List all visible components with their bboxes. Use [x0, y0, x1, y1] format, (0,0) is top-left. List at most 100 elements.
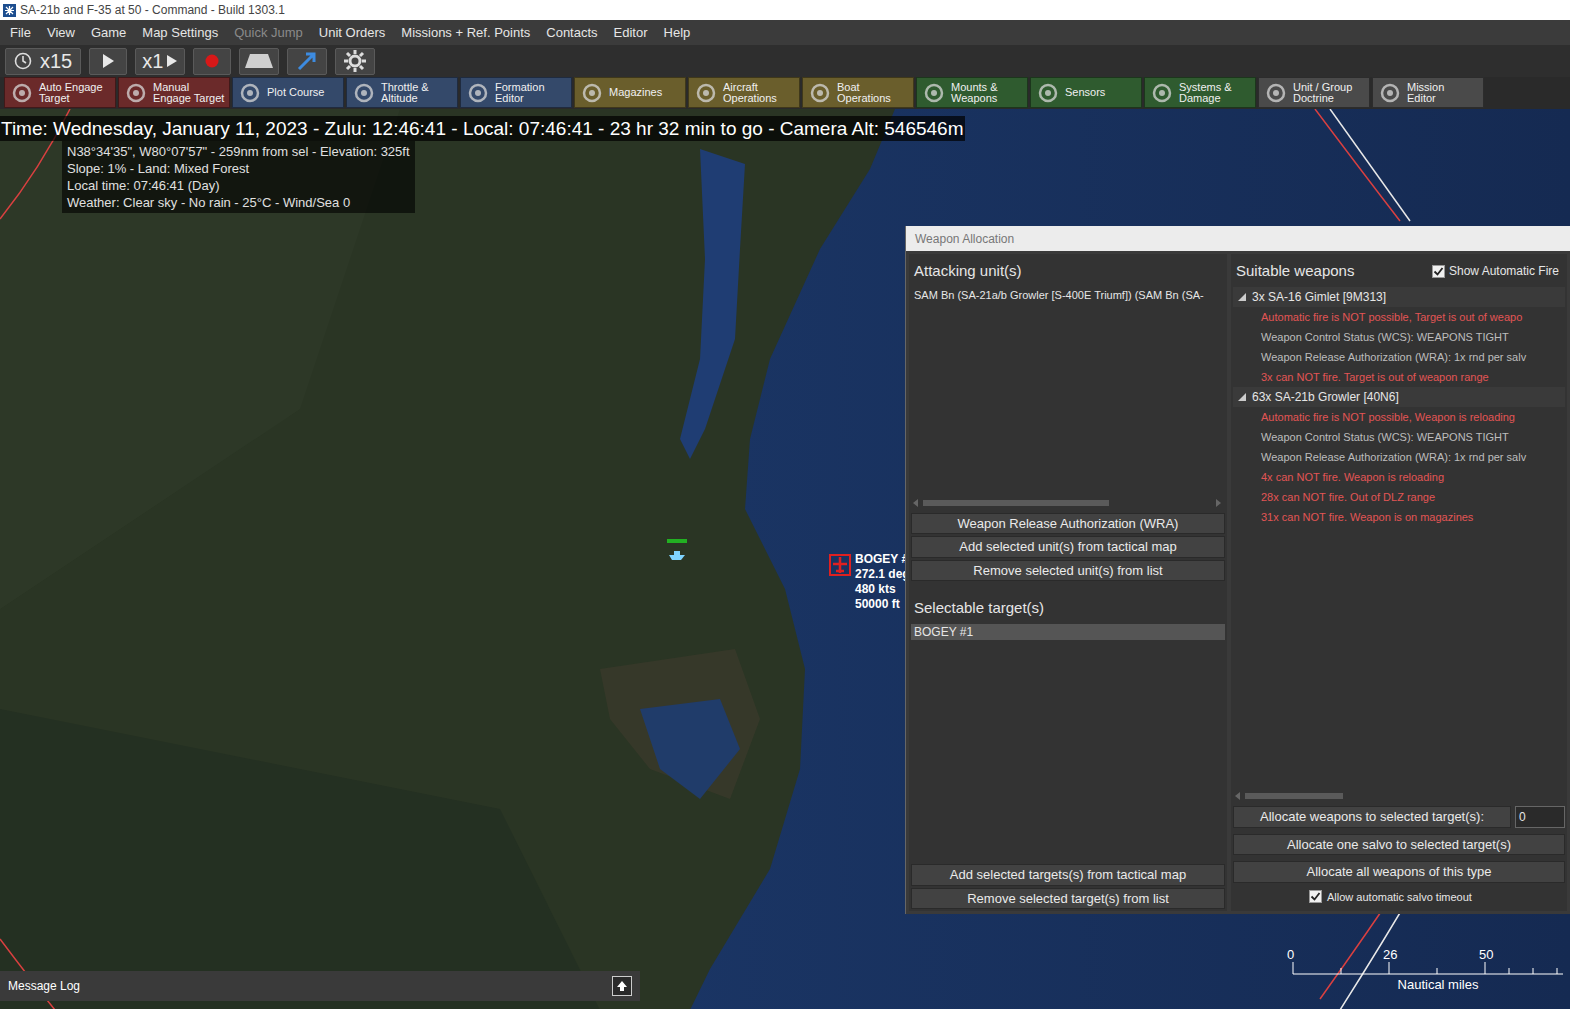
clock-icon [14, 52, 32, 70]
window-titlebar[interactable]: Weapon Allocation [906, 226, 1570, 251]
show-auto-fire-checkbox[interactable]: Show Automatic Fire [1432, 262, 1559, 280]
weapon-row[interactable]: 63x SA-21b Growler [40N6] [1233, 387, 1565, 407]
weapon-name: 3x SA-16 Gimlet [9M313] [1252, 288, 1386, 306]
jump-button[interactable] [287, 48, 327, 75]
cursor-info-line: N38°34'35", W80°07'57" - 259nm from sel … [67, 143, 410, 160]
checkbox[interactable] [1432, 265, 1445, 278]
toolbar-label: Mounts &Weapons [951, 82, 997, 104]
menu-item[interactable]: Unit Orders [311, 23, 393, 43]
expand-icon [1238, 293, 1246, 301]
friendly-unit[interactable] [667, 539, 687, 561]
toolbar-button[interactable]: ManualEngage Target [118, 77, 230, 108]
toolbar-label: Auto EngageTarget [39, 82, 103, 104]
toolbar-button[interactable]: Throttle &Altitude [346, 77, 458, 108]
settings-button[interactable] [335, 48, 375, 75]
scale-line-icon [1283, 961, 1563, 975]
menu-item[interactable]: View [39, 23, 83, 43]
targets-header: Selectable target(s) [911, 583, 1225, 622]
checkbox-label: Show Automatic Fire [1449, 262, 1559, 280]
target-row[interactable]: BOGEY #1 [911, 624, 1225, 640]
attacking-unit-row[interactable]: SAM Bn (SA-21a/b Growler [S-400E Triumf]… [911, 287, 1225, 304]
toolbar-label-line: Editor [1407, 93, 1444, 104]
toolbar-label: AircraftOperations [723, 82, 777, 104]
message-log-bar[interactable]: Message Log [0, 971, 640, 1001]
target-action-button[interactable]: Remove selected target(s) from list [911, 888, 1225, 910]
weapon-status-line: Weapon Release Authorization (WRA): 1x r… [1233, 347, 1565, 367]
attacking-header: Attacking unit(s) [911, 256, 1225, 285]
toolbar-button[interactable]: Unit / GroupDoctrine [1258, 77, 1370, 108]
toolbar-button[interactable]: Magazines [574, 77, 686, 108]
toolbar-button[interactable]: Mounts &Weapons [916, 77, 1028, 108]
toolbar-icon [238, 81, 262, 105]
contact-marker[interactable]: BOGEY #1272.1 deg480 kts50000 ft [829, 552, 915, 612]
toolbar-button[interactable]: Sensors [1030, 77, 1142, 108]
toolbar-icon [1150, 81, 1174, 105]
weapon-row[interactable]: 3x SA-16 Gimlet [9M313] [1233, 287, 1565, 307]
toolbar-button[interactable]: MissionEditor [1372, 77, 1484, 108]
health-bar-icon [667, 539, 687, 543]
toolbar-label-line: Plot Course [267, 87, 324, 98]
toolbar-label: Throttle &Altitude [381, 82, 429, 104]
weapon-status-line: Automatic fire is NOT possible, Weapon i… [1233, 407, 1565, 427]
menu-item[interactable]: File [2, 23, 39, 43]
toolbar-label-line: Magazines [609, 87, 662, 98]
terrain-button[interactable] [239, 48, 279, 75]
menu-bar: FileViewGameMap SettingsQuick JumpUnit O… [0, 20, 1570, 45]
toolbar-label-line: Auto Engage [39, 82, 103, 93]
unit-action-button[interactable]: Add selected unit(s) from tactical map [911, 536, 1225, 558]
allocate-count-input[interactable]: 0 [1515, 806, 1565, 828]
window-title: SA-21b and F-35 at 50 - Command - Build … [20, 1, 285, 19]
menu-item[interactable]: Contacts [538, 23, 605, 43]
target-action-button[interactable]: Add selected targets(s) from tactical ma… [911, 864, 1225, 886]
toolbar-label-line: Operations [837, 93, 891, 104]
allocate-count-button[interactable]: Allocate weapons to selected target(s): [1233, 806, 1511, 828]
menu-item[interactable]: Map Settings [134, 23, 226, 43]
toolbar-button[interactable]: Plot Course [232, 77, 344, 108]
allocate-button[interactable]: Allocate all weapons of this type [1233, 861, 1565, 883]
step-button[interactable]: x1 [135, 48, 185, 75]
toolbar-label-line: Mission [1407, 82, 1444, 93]
target-list: BOGEY #1 [911, 624, 1225, 863]
scale-bar: 02650Nautical miles [1283, 945, 1563, 995]
toolbar-button[interactable]: Systems &Damage [1144, 77, 1256, 108]
toolbar-icon [1264, 81, 1288, 105]
toolbar-label-line: Weapons [951, 93, 997, 104]
toolbar-icon [124, 81, 148, 105]
toolbar-label-line: Mounts & [951, 82, 997, 93]
unit-action-button[interactable]: Weapon Release Authorization (WRA) [911, 513, 1225, 535]
salvo-timeout-checkbox[interactable]: Allow automatic salvo timeout [1233, 885, 1565, 910]
toolbar-button[interactable]: AircraftOperations [688, 77, 800, 108]
time-compression-button[interactable]: x15 [5, 48, 81, 75]
tactical-map[interactable]: Time: Wednesday, January 11, 2023 - Zulu… [0, 109, 1570, 1009]
units-pane: Attacking unit(s) SAM Bn (SA-21a/b Growle… [909, 254, 1227, 911]
weapon-allocation-window: Weapon Allocation Attacking unit(s) SAM Bn… [905, 226, 1570, 914]
toolbar-label-line: Formation [495, 82, 545, 93]
play-button[interactable] [89, 48, 127, 75]
title-bar: SA-21b and F-35 at 50 - Command - Build … [0, 0, 1570, 20]
hostile-aircraft-icon [829, 554, 851, 576]
toolbar-icon [922, 81, 946, 105]
toolbar-button[interactable]: Auto EngageTarget [4, 77, 116, 108]
menu-item[interactable]: Editor [606, 23, 656, 43]
horizontal-scrollbar [911, 498, 1225, 508]
scale-ticks: 02650 [1283, 945, 1563, 961]
unit-action-button[interactable]: Remove selected unit(s) from list [911, 560, 1225, 582]
scale-tick: 0 [1287, 945, 1294, 965]
checkbox[interactable] [1309, 890, 1322, 903]
allocate-button[interactable]: Allocate one salvo to selected target(s) [1233, 834, 1565, 856]
toolbar-button[interactable]: FormationEditor [460, 77, 572, 108]
expand-log-button[interactable] [612, 976, 632, 996]
weapon-status-line: Automatic fire is NOT possible, Target i… [1233, 307, 1565, 327]
step-label: x1 [142, 51, 163, 71]
toolbar-label-line: Engage Target [153, 93, 224, 104]
attacking-unit-list: SAM Bn (SA-21a/b Growler [S-400E Triumf]… [911, 287, 1225, 493]
toolbar-label: Sensors [1065, 87, 1105, 98]
menu-item[interactable]: Missions + Ref. Points [393, 23, 538, 43]
toolbar-button[interactable]: BoatOperations [802, 77, 914, 108]
toolbar-label-line: Systems & [1179, 82, 1232, 93]
menu-item[interactable]: Game [83, 23, 134, 43]
record-button[interactable] [193, 48, 231, 75]
toolbar-icon [580, 81, 604, 105]
menu-item[interactable]: Help [656, 23, 699, 43]
weapon-status-line: Weapon Control Status (WCS): WEAPONS TIG… [1233, 427, 1565, 447]
